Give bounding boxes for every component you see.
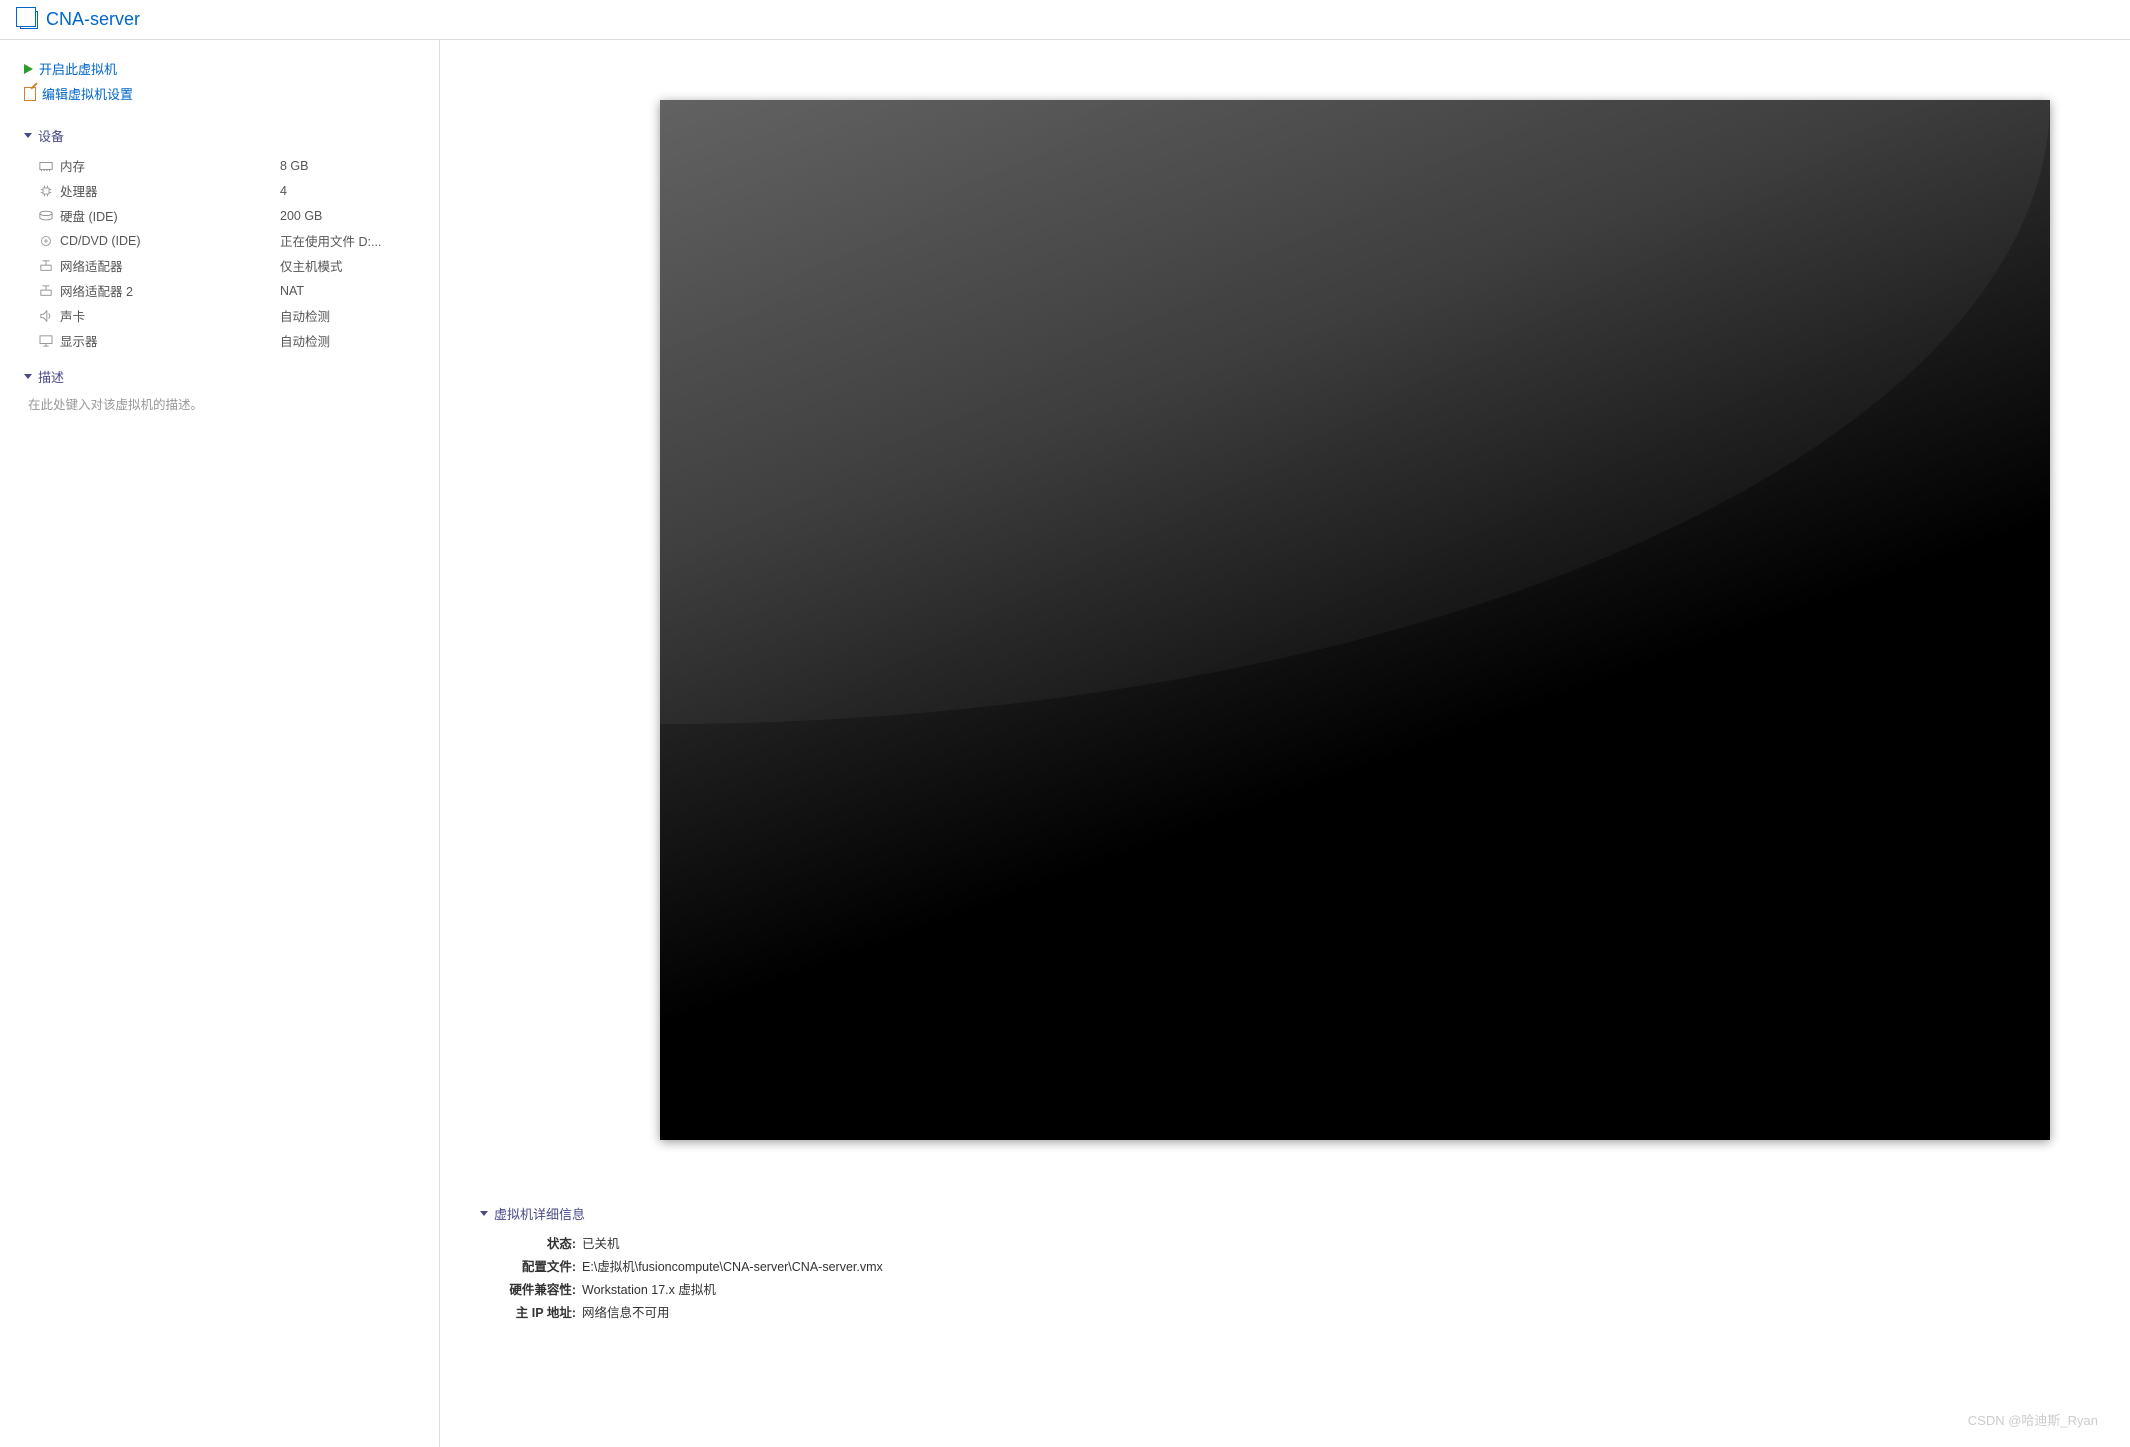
detail-ip-row: 主 IP 地址: 网络信息不可用 <box>480 1300 2050 1323</box>
device-row[interactable]: 网络适配器 2NAT <box>24 278 415 303</box>
device-value: 200 GB <box>280 209 322 223</box>
section-devices-title: 设备 <box>38 126 64 145</box>
device-name: 网络适配器 <box>60 256 280 275</box>
device-value: 正在使用文件 D:... <box>280 231 381 250</box>
vm-details: 虚拟机详细信息 状态: 已关机 配置文件: E:\虚拟机\fusioncompu… <box>480 1190 2050 1323</box>
chevron-down-icon <box>24 374 32 379</box>
device-row[interactable]: 显示器自动检测 <box>24 328 415 353</box>
vm-screen-preview[interactable] <box>660 100 2050 1140</box>
detail-status-label: 状态: <box>480 1233 582 1252</box>
edit-icon <box>24 87 36 101</box>
content-area: 虚拟机详细信息 状态: 已关机 配置文件: E:\虚拟机\fusioncompu… <box>440 40 2130 1447</box>
detail-compat-label: 硬件兼容性: <box>480 1279 582 1298</box>
detail-ip-label: 主 IP 地址: <box>480 1302 582 1321</box>
power-on-label: 开启此虚拟机 <box>39 59 117 78</box>
display-icon <box>38 334 54 348</box>
device-row[interactable]: 处理器4 <box>24 178 415 203</box>
detail-ip-value: 网络信息不可用 <box>582 1302 670 1321</box>
power-on-button[interactable]: 开启此虚拟机 <box>24 56 415 81</box>
main-layout: 开启此虚拟机 编辑虚拟机设置 设备 内存8 GB处理器4硬盘 (IDE)200 … <box>0 40 2130 1447</box>
section-devices-header[interactable]: 设备 <box>24 126 415 145</box>
device-value: 8 GB <box>280 159 309 173</box>
chevron-down-icon <box>480 1211 488 1216</box>
edit-settings-label: 编辑虚拟机设置 <box>42 84 133 103</box>
device-row[interactable]: 声卡自动检测 <box>24 303 415 328</box>
edit-settings-button[interactable]: 编辑虚拟机设置 <box>24 81 415 106</box>
section-details-title: 虚拟机详细信息 <box>494 1204 585 1223</box>
tab-bar: CNA-server <box>0 0 2130 40</box>
device-row[interactable]: CD/DVD (IDE)正在使用文件 D:... <box>24 228 415 253</box>
detail-compat-row: 硬件兼容性: Workstation 17.x 虚拟机 <box>480 1277 2050 1300</box>
device-value: 4 <box>280 184 287 198</box>
description-placeholder[interactable]: 在此处键入对该虚拟机的描述。 <box>24 394 415 413</box>
detail-config-label: 配置文件: <box>480 1256 582 1275</box>
device-value: 仅主机模式 <box>280 256 343 275</box>
section-description-title: 描述 <box>38 367 64 386</box>
detail-status-row: 状态: 已关机 <box>480 1231 2050 1254</box>
device-name: 网络适配器 2 <box>60 281 280 300</box>
sound-icon <box>38 309 54 323</box>
detail-config-row: 配置文件: E:\虚拟机\fusioncompute\CNA-server\CN… <box>480 1254 2050 1277</box>
disk-icon <box>38 209 54 223</box>
detail-compat-value: Workstation 17.x 虚拟机 <box>582 1279 716 1298</box>
tab-vm[interactable]: CNA-server <box>8 3 152 36</box>
chevron-down-icon <box>24 133 32 138</box>
cd-icon <box>38 234 54 248</box>
device-name: CD/DVD (IDE) <box>60 234 280 248</box>
watermark: CSDN @哈迪斯_Ryan <box>1968 1410 2098 1429</box>
device-value: NAT <box>280 284 304 298</box>
device-row[interactable]: 硬盘 (IDE)200 GB <box>24 203 415 228</box>
action-links: 开启此虚拟机 编辑虚拟机设置 <box>24 56 415 106</box>
device-table: 内存8 GB处理器4硬盘 (IDE)200 GBCD/DVD (IDE)正在使用… <box>24 153 415 353</box>
device-value: 自动检测 <box>280 331 330 350</box>
device-name: 显示器 <box>60 331 280 350</box>
section-description-header[interactable]: 描述 <box>24 367 415 386</box>
memory-icon <box>38 159 54 173</box>
device-name: 处理器 <box>60 181 280 200</box>
detail-status-value: 已关机 <box>582 1233 620 1252</box>
sidebar: 开启此虚拟机 编辑虚拟机设置 设备 内存8 GB处理器4硬盘 (IDE)200 … <box>0 40 440 1447</box>
detail-config-value: E:\虚拟机\fusioncompute\CNA-server\CNA-serv… <box>582 1256 883 1275</box>
device-name: 声卡 <box>60 306 280 325</box>
cpu-icon <box>38 184 54 198</box>
device-row[interactable]: 网络适配器仅主机模式 <box>24 253 415 278</box>
tab-title: CNA-server <box>46 9 140 30</box>
network-icon <box>38 259 54 273</box>
device-name: 内存 <box>60 156 280 175</box>
device-name: 硬盘 (IDE) <box>60 206 280 225</box>
vm-icon <box>20 11 38 29</box>
play-icon <box>24 64 33 74</box>
device-row[interactable]: 内存8 GB <box>24 153 415 178</box>
device-value: 自动检测 <box>280 306 330 325</box>
network-icon <box>38 284 54 298</box>
section-details-header[interactable]: 虚拟机详细信息 <box>480 1204 2050 1223</box>
